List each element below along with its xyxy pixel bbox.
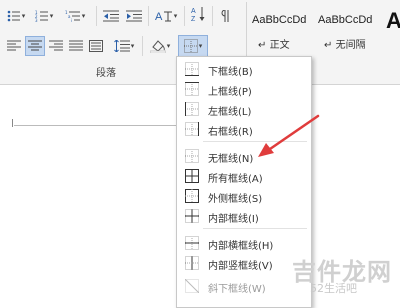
right-border-icon: [185, 122, 199, 136]
show-marks-icon: [221, 10, 229, 22]
text-boundary-mark: [12, 119, 13, 127]
left-border-icon: [185, 102, 199, 116]
menu-item-label: 所有框线(A): [208, 174, 263, 185]
inside-horizontal-border-icon: [185, 236, 199, 250]
menu-item-no-border[interactable]: 无框线(N): [177, 146, 311, 166]
menu-item-label: 外侧框线(S): [208, 194, 263, 205]
shading-icon: [149, 40, 166, 53]
menu-item-label: 上框线(P): [208, 87, 252, 98]
svg-text:A: A: [155, 11, 163, 23]
svg-text:i: i: [71, 18, 72, 22]
svg-text:A: A: [191, 8, 196, 15]
svg-text:3: 3: [35, 18, 38, 22]
all-borders-icon: [185, 169, 199, 183]
justify-icon: [69, 40, 83, 51]
style-normal[interactable]: AaBbCcDd ↵ 正文: [252, 2, 316, 58]
text-boundary-line: [14, 125, 184, 126]
no-border-icon: [185, 149, 199, 163]
outside-borders-icon: [185, 189, 199, 203]
bottom-border-icon: [185, 62, 199, 76]
distributed-button[interactable]: [86, 36, 106, 56]
style-sample: AaBbCcDd: [252, 14, 307, 26]
style-name: ↵ 无间隔: [324, 40, 366, 51]
svg-text:Z: Z: [191, 16, 196, 22]
borders-button[interactable]: ▾: [178, 35, 208, 57]
menu-item-label: 无框线(N): [208, 154, 254, 165]
numbering-icon: 123: [35, 10, 48, 22]
increase-indent-button[interactable]: [124, 6, 144, 26]
styles-gallery: AaBbCcDd ↵ 正文 AaBbCcDd ↵ 无间隔 A: [250, 2, 400, 62]
menu-separator: [203, 228, 307, 229]
align-right-button[interactable]: [46, 36, 66, 56]
bullets-icon: [7, 10, 20, 22]
dropdown-arrow-icon: ▾: [173, 11, 178, 20]
align-center-button[interactable]: [25, 36, 45, 56]
inside-borders-icon: [185, 209, 199, 223]
bullets-button[interactable]: ▾: [4, 6, 28, 26]
dropdown-arrow-icon: ▾: [198, 41, 203, 50]
decrease-indent-button[interactable]: [101, 6, 121, 26]
watermark-subtext: 52生活吧: [310, 282, 357, 295]
align-center-icon: [28, 40, 42, 51]
borders-icon: [183, 39, 198, 53]
menu-item-inside-borders[interactable]: 内部框线(I): [177, 206, 311, 226]
dropdown-arrow-icon: ▾: [166, 41, 171, 50]
align-left-icon: [7, 40, 21, 51]
sort-icon: AZ: [191, 7, 205, 22]
style-name: ↵ 正文: [258, 40, 290, 51]
increase-indent-icon: [126, 10, 142, 22]
menu-item-top-border[interactable]: 上框线(P): [177, 79, 311, 99]
sort-button[interactable]: AZ: [188, 4, 208, 24]
menu-item-label: 内部竖框线(V): [208, 261, 273, 272]
menu-item-left-border[interactable]: 左框线(L): [177, 99, 311, 119]
menu-item-label: 内部横框线(H): [208, 241, 274, 252]
show-marks-button[interactable]: [216, 6, 232, 26]
menu-separator: [203, 141, 307, 142]
style-sample: AaBbCcDd: [318, 14, 373, 26]
menu-item-label: 内部框线(I): [208, 214, 259, 225]
multilevel-list-icon: 1ai: [65, 10, 80, 22]
numbering-button[interactable]: 123 ▾: [32, 6, 56, 26]
inside-vertical-border-icon: [185, 256, 199, 270]
chinese-layout-button[interactable]: A ▾: [151, 6, 181, 26]
paragraph-group-label: 段落: [96, 68, 116, 79]
top-border-icon: [185, 82, 199, 96]
dropdown-arrow-icon: ▾: [21, 11, 26, 20]
align-left-button[interactable]: [4, 36, 24, 56]
menu-item-label: 左框线(L): [208, 107, 252, 118]
shading-button[interactable]: ▾: [146, 36, 174, 56]
justify-button[interactable]: [66, 36, 86, 56]
dropdown-arrow-icon: ▾: [130, 41, 135, 50]
watermark: 吉件龙网 52生活吧: [288, 248, 398, 298]
menu-item-label: 斜下框线(W): [208, 284, 266, 295]
decrease-indent-icon: [103, 10, 119, 22]
distributed-icon: [89, 40, 103, 52]
menu-item-label: 下框线(B): [208, 67, 253, 78]
multilevel-list-button[interactable]: 1ai ▾: [62, 6, 88, 26]
menu-item-label: 右框线(R): [208, 127, 253, 138]
style-heading-sample[interactable]: A: [386, 8, 400, 34]
diagonal-down-border-icon: [185, 279, 199, 293]
align-right-icon: [49, 40, 63, 51]
line-spacing-icon: [113, 40, 130, 52]
chinese-layout-icon: A: [155, 11, 172, 23]
menu-item-outside-borders[interactable]: 外侧框线(S): [177, 186, 311, 206]
style-no-spacing[interactable]: AaBbCcDd ↵ 无间隔: [318, 2, 384, 58]
dropdown-arrow-icon: ▾: [49, 11, 54, 20]
line-spacing-button[interactable]: ▾: [110, 36, 138, 56]
menu-item-bottom-border[interactable]: 下框线(B): [177, 59, 311, 79]
menu-item-right-border[interactable]: 右框线(R): [177, 119, 311, 139]
dropdown-arrow-icon: ▾: [81, 11, 86, 20]
menu-item-all-borders[interactable]: 所有框线(A): [177, 166, 311, 186]
